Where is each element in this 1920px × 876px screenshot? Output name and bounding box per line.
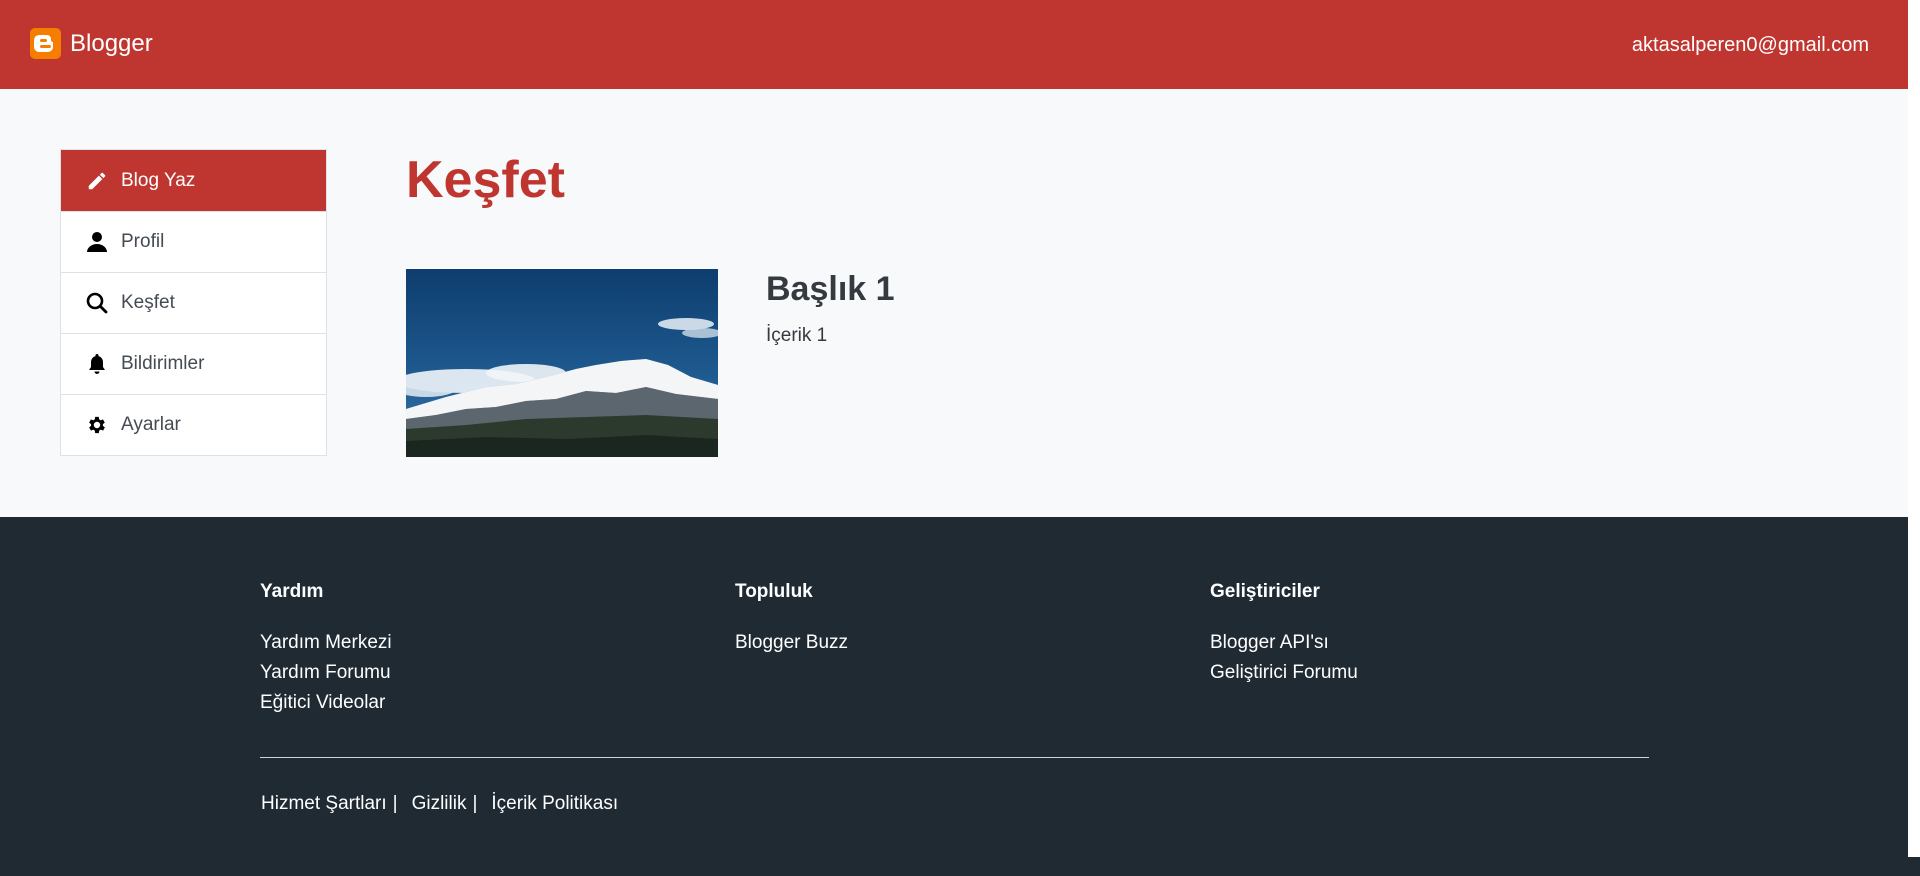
footer-heading: Topluluk	[735, 581, 813, 602]
footer-divider	[260, 757, 1649, 758]
sidebar-item-label: Blog Yaz	[121, 169, 196, 191]
footer-link-gelistirici-forumu[interactable]: Geliştirici Forumu	[1210, 658, 1358, 688]
footer-link-yardim-forumu[interactable]: Yardım Forumu	[260, 658, 392, 688]
sidebar-item-label: Keşfet	[121, 292, 175, 313]
sidebar-item-label: Ayarlar	[121, 414, 181, 435]
sidebar-item-label: Bildirimler	[121, 353, 205, 374]
person-icon	[85, 230, 109, 254]
sidebar-item-bildirimler[interactable]: Bildirimler	[61, 333, 326, 394]
footer: Yardım Yardım Merkezi Yardım Forumu Eğit…	[0, 517, 1908, 876]
footer-link-hizmet-sartlari[interactable]: Hizmet Şartları	[261, 793, 387, 815]
scrollbar-corner	[1908, 857, 1920, 876]
blogger-logo-icon	[30, 28, 61, 59]
search-icon	[85, 291, 109, 315]
brand-link[interactable]: Blogger	[30, 28, 153, 59]
top-navbar: Blogger aktasalperen0@gmail.com	[0, 0, 1908, 89]
brand-name: Blogger	[70, 30, 153, 57]
footer-link-icerik-politikasi[interactable]: İçerik Politikası	[491, 793, 618, 815]
pencil-icon	[85, 169, 109, 193]
sidebar-item-profil[interactable]: Profil	[61, 211, 326, 272]
footer-link-blogger-buzz[interactable]: Blogger Buzz	[735, 628, 848, 658]
sidebar-item-blog-yaz[interactable]: Blog Yaz	[61, 150, 326, 211]
post-image[interactable]	[406, 269, 718, 457]
footer-heading: Yardım	[260, 581, 324, 602]
footer-link-blogger-api[interactable]: Blogger API'sı	[1210, 628, 1358, 658]
footer-link-egitici-videolar[interactable]: Eğitici Videolar	[260, 688, 392, 718]
user-email-link[interactable]: aktasalperen0@gmail.com	[1632, 34, 1869, 57]
sidebar-menu: Blog Yaz Profil Keşfet Bildirimler Ayarl…	[60, 149, 327, 456]
post-content: İçerik 1	[766, 325, 828, 346]
footer-link-gizlilik[interactable]: Gizlilik	[412, 793, 467, 815]
footer-separator: |	[472, 793, 478, 814]
footer-heading: Geliştiriciler	[1210, 581, 1320, 602]
sidebar-item-ayarlar[interactable]: Ayarlar	[61, 394, 326, 455]
sidebar-item-label: Profil	[121, 231, 165, 252]
footer-link-yardim-merkezi[interactable]: Yardım Merkezi	[260, 628, 392, 658]
sidebar-item-kesfet[interactable]: Keşfet	[61, 272, 326, 333]
post-title[interactable]: Başlık 1	[766, 270, 895, 309]
footer-column-topluluk: Topluluk Blogger Buzz	[735, 581, 848, 658]
footer-column-yardim: Yardım Yardım Merkezi Yardım Forumu Eğit…	[260, 581, 392, 718]
bell-icon	[85, 352, 109, 376]
footer-separator: |	[392, 793, 398, 814]
footer-column-gelistiriciler: Geliştiriciler Blogger API'sı Geliştiric…	[1210, 581, 1358, 688]
footer-legal-links: Hizmet Şartları | Gizlilik | İçerik Poli…	[261, 793, 618, 815]
page-title: Keşfet	[406, 151, 565, 209]
gear-icon	[85, 413, 109, 437]
scrollbar-track	[1908, 0, 1920, 857]
